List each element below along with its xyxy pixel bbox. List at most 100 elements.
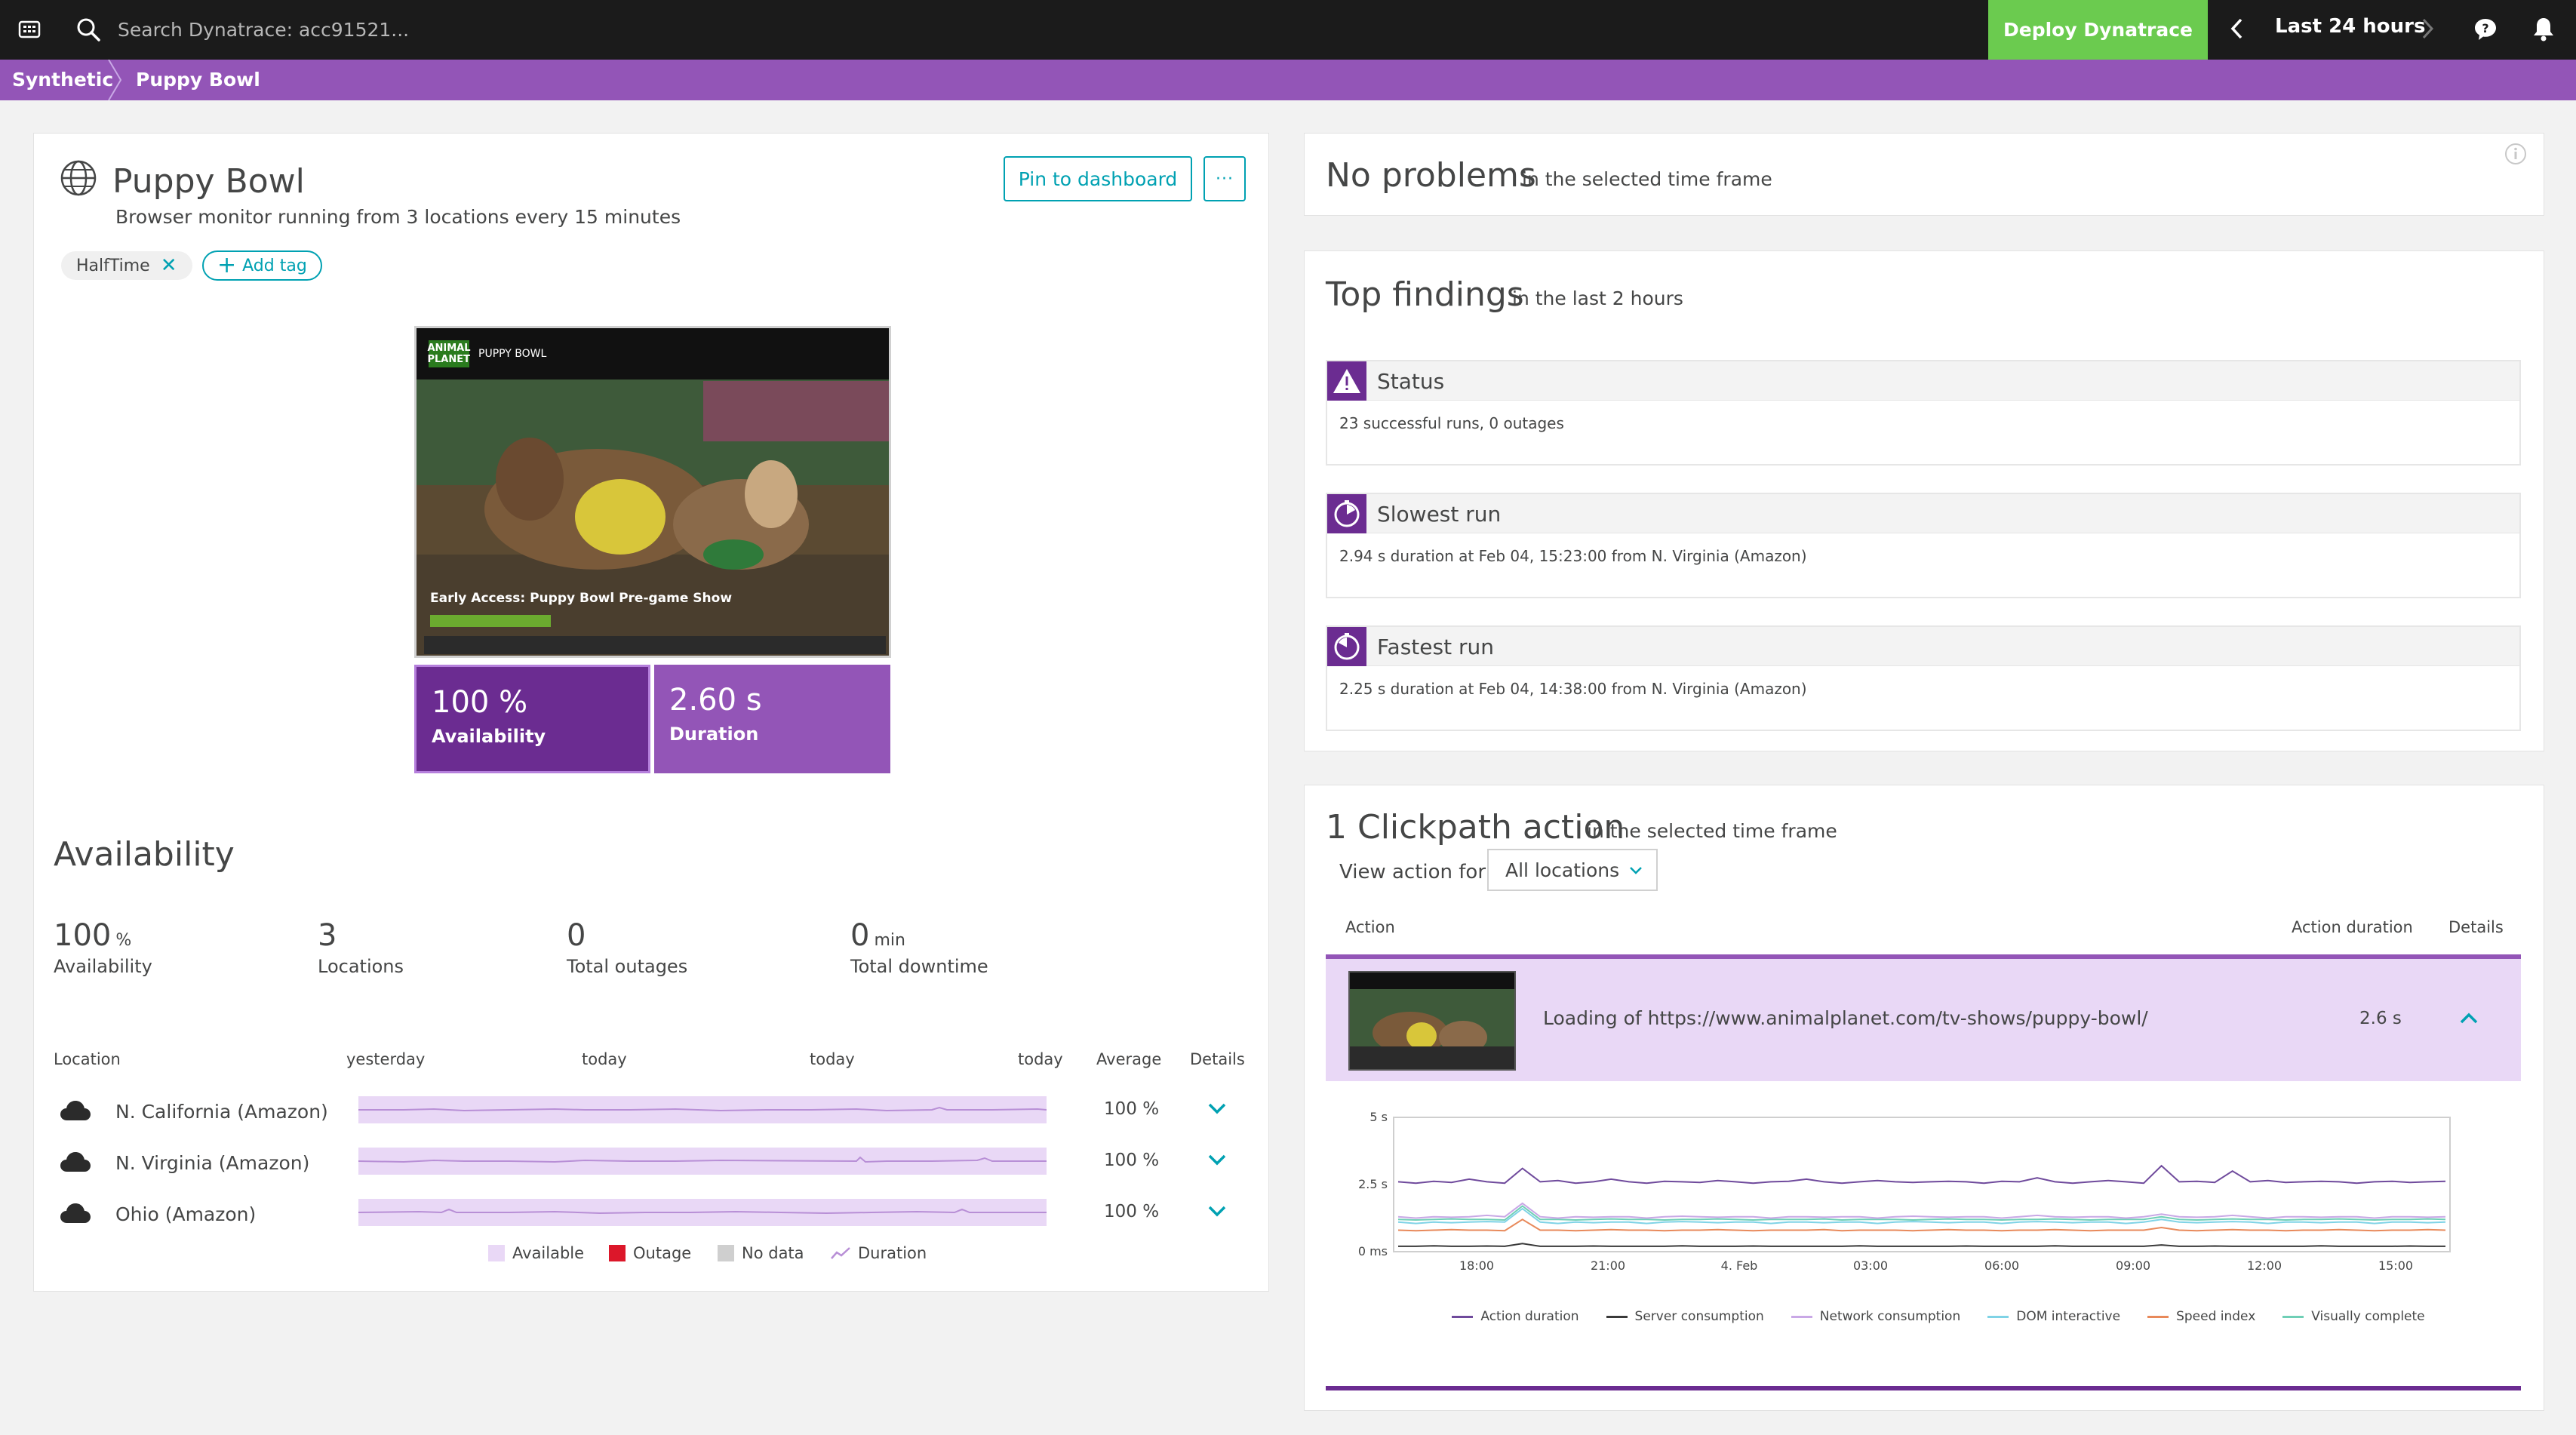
no-data-swatch xyxy=(718,1245,734,1261)
chart-legend-item[interactable]: Action duration xyxy=(1452,1309,1579,1324)
finding-slowest-run[interactable]: Slowest run 2.94 s duration at Feb 04, 1… xyxy=(1326,493,2521,598)
animal-planet-logo: ANIMAL PLANET xyxy=(427,340,471,367)
legend-label: Server consumption xyxy=(1634,1309,1764,1324)
add-tag-button[interactable]: + Add tag xyxy=(202,250,322,281)
chart-legend: Action duration Server consumption Network… xyxy=(1305,1309,2572,1324)
cloud-icon xyxy=(60,1101,91,1120)
finding-header xyxy=(1327,494,2519,533)
availability-tile-value: 100 % xyxy=(432,685,528,720)
finding-title: Status xyxy=(1377,369,1445,394)
chevron-down-icon[interactable] xyxy=(1205,1148,1229,1172)
availability-sparkline xyxy=(358,1199,1047,1226)
add-tag-label: Add tag xyxy=(242,256,307,275)
legend-label: Outage xyxy=(633,1244,692,1262)
monitor-panel: Puppy Bowl Browser monitor running from … xyxy=(33,133,1269,1292)
clickpath-panel: 1 Clickpath action in the selected time … xyxy=(1304,785,2544,1411)
availability-tile[interactable]: 100 % Availability xyxy=(414,665,650,773)
timeframe-selector[interactable]: Last 24 hours xyxy=(2275,15,2425,38)
monitor-screenshot[interactable]: ANIMAL PLANET PUPPY BOWL Early Access: P… xyxy=(414,326,891,658)
legend-duration: Duration xyxy=(831,1244,927,1262)
kpi-value: 3 xyxy=(318,918,337,953)
legend-line-swatch xyxy=(1452,1315,1474,1318)
help-icon[interactable]: ? xyxy=(2473,17,2498,41)
x-tick-label: 09:00 xyxy=(2116,1258,2150,1273)
kpi-total-downtime: 0 min Total downtime xyxy=(850,918,988,977)
pin-to-dashboard-button[interactable]: Pin to dashboard xyxy=(1004,156,1192,201)
findings-subtitle: in the last 2 hours xyxy=(1512,287,1683,309)
more-options-button[interactable]: ··· xyxy=(1203,156,1246,201)
kpi-unit: % xyxy=(115,931,132,950)
location-average: 100 % xyxy=(1104,1151,1160,1170)
column-header-details: Details xyxy=(2448,918,2504,936)
column-header-today: today xyxy=(810,1050,855,1068)
breadcrumb-puppy-bowl[interactable]: Puppy Bowl xyxy=(136,69,260,91)
chevron-up-icon[interactable] xyxy=(2456,1006,2482,1031)
problems-subtitle: in the selected time frame xyxy=(1522,168,1772,190)
chart-legend-item[interactable]: Network consumption xyxy=(1791,1309,1960,1324)
menu-icon[interactable] xyxy=(18,18,41,41)
timeframe-previous-icon[interactable] xyxy=(2227,14,2247,44)
chevron-down-icon xyxy=(1630,867,1642,874)
chart-plot-area xyxy=(1393,1117,2451,1252)
column-header-details: Details xyxy=(1190,1050,1245,1068)
search-input[interactable] xyxy=(118,14,797,45)
duration-tile-value: 2.60 s xyxy=(669,683,762,718)
location-name[interactable]: N. California (Amazon) xyxy=(115,1101,328,1123)
chart-legend-item[interactable]: Visually complete xyxy=(2282,1309,2425,1324)
clock-icon xyxy=(1327,627,1366,666)
y-tick-label: 0 ms xyxy=(1358,1244,1388,1258)
location-select[interactable]: All locations xyxy=(1487,849,1658,891)
legend-no-data: No data xyxy=(718,1244,804,1262)
location-average: 100 % xyxy=(1104,1202,1160,1221)
x-tick-label: 15:00 xyxy=(2378,1258,2413,1273)
legend-label: Action duration xyxy=(1480,1309,1579,1324)
screenshot-brand: PUPPY BOWL xyxy=(478,348,547,360)
remove-tag-icon[interactable]: ✕ xyxy=(161,254,177,277)
column-header-yesterday: yesterday xyxy=(346,1050,426,1068)
warning-icon xyxy=(1327,361,1366,401)
legend-line-swatch xyxy=(2282,1315,2304,1318)
kpi-value: 0 xyxy=(567,918,586,953)
deploy-dynatrace-button[interactable]: Deploy Dynatrace xyxy=(1988,0,2208,60)
action-row[interactable]: Loading of https://www.animalplanet.com/… xyxy=(1326,954,2521,1081)
column-header-action-duration: Action duration xyxy=(2292,918,2413,936)
timeframe-next-icon[interactable] xyxy=(2418,14,2437,44)
globe-icon xyxy=(60,160,97,196)
svg-text:?: ? xyxy=(2482,21,2488,35)
x-tick-label: 06:00 xyxy=(1984,1258,2019,1273)
finding-status[interactable]: Status 23 successful runs, 0 outages xyxy=(1326,360,2521,466)
search-icon xyxy=(77,18,100,41)
finding-fastest-run[interactable]: Fastest run 2.25 s duration at Feb 04, 1… xyxy=(1326,625,2521,731)
screenshot-cta xyxy=(430,615,551,627)
location-average: 100 % xyxy=(1104,1099,1160,1119)
finding-title: Fastest run xyxy=(1377,635,1494,659)
x-tick-label: 18:00 xyxy=(1459,1258,1494,1273)
x-tick-label: 4. Feb xyxy=(1721,1258,1758,1273)
chart-legend-item[interactable]: Server consumption xyxy=(1606,1309,1764,1324)
finding-header xyxy=(1327,627,2519,666)
duration-tile[interactable]: 2.60 s Duration xyxy=(654,665,890,773)
location-name[interactable]: N. Virginia (Amazon) xyxy=(115,1152,309,1174)
legend-label: Available xyxy=(512,1244,585,1262)
legend-label: Visually complete xyxy=(2311,1309,2425,1324)
chevron-down-icon[interactable] xyxy=(1205,1199,1229,1223)
y-tick-label: 2.5 s xyxy=(1358,1177,1388,1191)
chart-legend-item[interactable]: Speed index xyxy=(2147,1309,2255,1324)
outage-swatch xyxy=(609,1245,626,1261)
location-select-value: All locations xyxy=(1505,859,1620,881)
x-tick-label: 03:00 xyxy=(1853,1258,1888,1273)
info-icon[interactable] xyxy=(2504,143,2527,165)
column-header-average: Average xyxy=(1096,1050,1162,1068)
notifications-icon[interactable] xyxy=(2530,16,2557,43)
chevron-down-icon[interactable] xyxy=(1205,1096,1229,1120)
kpi-value: 0 xyxy=(850,918,870,953)
tag-label: HalfTime xyxy=(76,256,150,275)
y-tick-label: 5 s xyxy=(1369,1110,1388,1124)
chart-legend-item[interactable]: DOM interactive xyxy=(1987,1309,2120,1324)
location-name[interactable]: Ohio (Amazon) xyxy=(115,1203,256,1225)
panel-bottom-bar xyxy=(1326,1386,2521,1390)
legend-label: Duration xyxy=(858,1244,927,1262)
finding-header xyxy=(1327,361,2519,401)
breadcrumb-synthetic[interactable]: Synthetic xyxy=(12,69,113,91)
kpi-label: Availability xyxy=(54,956,152,977)
